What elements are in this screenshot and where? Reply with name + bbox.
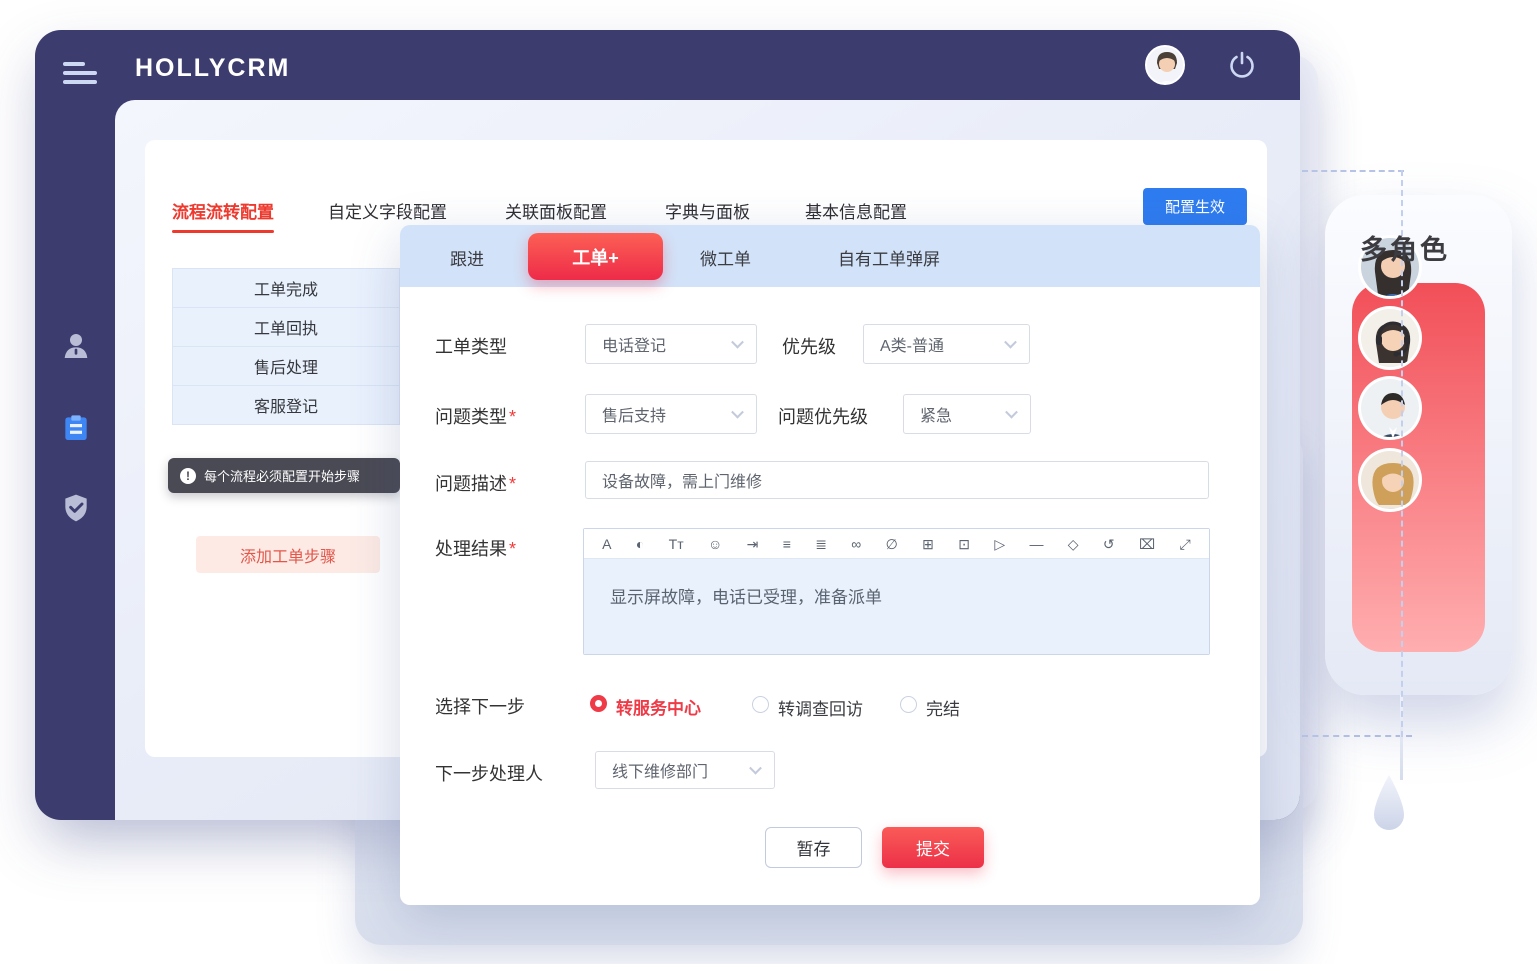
video-icon[interactable]: ▷ (994, 537, 1005, 551)
tab-ticket-plus[interactable]: 工单+ (528, 233, 663, 280)
result-label: 处理结果* (435, 535, 516, 561)
next-handler-label: 下一步处理人 (435, 760, 543, 786)
tab-own-ticket-popup[interactable]: 自有工单弹屏 (838, 245, 940, 270)
warning-icon: ! (180, 468, 196, 484)
priority-label: 优先级 (782, 333, 836, 359)
align-icon[interactable]: ≡ (783, 537, 791, 551)
divider-icon[interactable]: — (1029, 537, 1043, 551)
submit-button[interactable]: 提交 (882, 827, 984, 868)
fullscreen-icon[interactable]: ⤢ (1179, 537, 1190, 551)
unlink-icon[interactable]: ∅ (886, 537, 898, 551)
security-icon[interactable] (60, 492, 92, 524)
radio-label[interactable]: 完结 (926, 695, 960, 720)
workflow-step-row[interactable]: 售后处理 (172, 346, 400, 386)
ticket-modal: 跟进 工单+ 微工单 自有工单弹屏 工单类型 电话登记 优先级 A类-普通 问题… (400, 225, 1260, 905)
radio-label[interactable]: 转服务中心 (616, 694, 701, 719)
emoji-icon[interactable]: ☺ (708, 537, 722, 551)
editor-toolbar: A ◐ Tт ☺ ⇥ ≡ ≣ ∞ ∅ ⊞ ⊡ ▷ — ◇ ↺ ⌧ ⤢ (584, 529, 1209, 559)
chevron-down-icon (749, 762, 762, 775)
eraser-icon[interactable]: ◇ (1068, 537, 1079, 551)
radio-label[interactable]: 转调查回访 (778, 695, 863, 720)
table-icon[interactable]: ⊞ (922, 537, 934, 551)
result-text-area[interactable]: 显示屏故障，电话已受理，准备派单 (584, 559, 1209, 654)
issue-desc-label: 问题描述* (435, 470, 516, 496)
agent-avatar-male (1358, 376, 1422, 440)
chevron-down-icon (1004, 336, 1017, 349)
radio-finish[interactable] (900, 696, 917, 713)
save-draft-button[interactable]: 暂存 (765, 827, 862, 868)
tab-linked-panel[interactable]: 关联面板配置 (505, 198, 607, 223)
issue-type-label: 问题类型* (435, 403, 516, 429)
list-icon[interactable]: ≣ (815, 537, 827, 551)
tab-basic-info[interactable]: 基本信息配置 (805, 198, 907, 223)
workflow-step-row[interactable]: 工单完成 (172, 268, 400, 308)
radio-transfer-service-center[interactable] (590, 695, 607, 712)
required-step-tooltip: ! 每个流程必须配置开始步骤 (168, 458, 400, 493)
menu-icon[interactable] (63, 62, 97, 86)
tooltip-text: 每个流程必须配置开始步骤 (204, 466, 360, 485)
color-palette-icon[interactable]: ◐ (636, 537, 644, 551)
tab-micro-ticket[interactable]: 微工单 (700, 245, 751, 270)
agent-avatar-headset (1358, 306, 1422, 370)
next-handler-select[interactable]: 线下维修部门 (595, 751, 775, 789)
power-icon[interactable] (1227, 50, 1257, 80)
dashed-guide-bottom (1302, 735, 1412, 737)
modal-header: 跟进 工单+ 微工单 自有工单弹屏 (400, 225, 1260, 287)
workflow-step-row[interactable]: 工单回执 (172, 307, 400, 347)
priority-select[interactable]: A类-普通 (863, 324, 1030, 364)
issue-priority-select[interactable]: 紧急 (903, 394, 1031, 434)
apply-config-button[interactable]: 配置生效 (1143, 188, 1247, 225)
contacts-icon[interactable] (60, 330, 92, 362)
app-title: HOLLYCRM (135, 54, 290, 83)
issue-desc-input[interactable]: 设备故障，需上门维修 (585, 461, 1209, 499)
issue-priority-label: 问题优先级 (778, 403, 868, 429)
chevron-down-icon (731, 336, 744, 349)
radio-transfer-survey[interactable] (752, 696, 769, 713)
font-size-icon[interactable]: Tт (669, 537, 684, 551)
link-icon[interactable]: ∞ (851, 537, 861, 551)
teardrop-shape (1372, 775, 1406, 842)
chevron-down-icon (1005, 406, 1018, 419)
indent-icon[interactable]: ⇥ (747, 537, 759, 551)
dashed-guide-top (1302, 170, 1404, 172)
chevron-down-icon (731, 406, 744, 419)
image-icon[interactable]: ⊡ (958, 537, 970, 551)
format-icon[interactable]: A (602, 537, 611, 551)
agent-avatar-blonde (1358, 448, 1422, 512)
workflow-step-row[interactable]: 客服登记 (172, 385, 400, 425)
tab-custom-fields[interactable]: 自定义字段配置 (328, 198, 447, 223)
tab-dictionary-panel[interactable]: 字典与面板 (665, 198, 750, 223)
ticket-type-select[interactable]: 电话登记 (585, 324, 757, 364)
add-step-button[interactable]: 添加工单步骤 (196, 536, 380, 573)
tasks-icon[interactable] (60, 412, 92, 444)
trash-icon[interactable]: ⌧ (1139, 537, 1155, 551)
issue-type-select[interactable]: 售后支持 (585, 394, 757, 434)
user-avatar[interactable] (1145, 45, 1185, 85)
tab-follow-up[interactable]: 跟进 (450, 245, 484, 270)
multi-role-panel (1325, 195, 1512, 695)
undo-icon[interactable]: ↺ (1103, 537, 1115, 551)
ticket-type-label: 工单类型 (435, 333, 507, 359)
screen: HOLLYCRM (0, 0, 1537, 964)
tab-process-flow[interactable]: 流程流转配置 (172, 198, 274, 223)
multi-role-label: 多角色 (1360, 228, 1450, 267)
next-step-label: 选择下一步 (435, 693, 525, 719)
rich-text-editor: A ◐ Tт ☺ ⇥ ≡ ≣ ∞ ∅ ⊞ ⊡ ▷ — ◇ ↺ ⌧ ⤢ 显示屏故障… (583, 528, 1210, 655)
